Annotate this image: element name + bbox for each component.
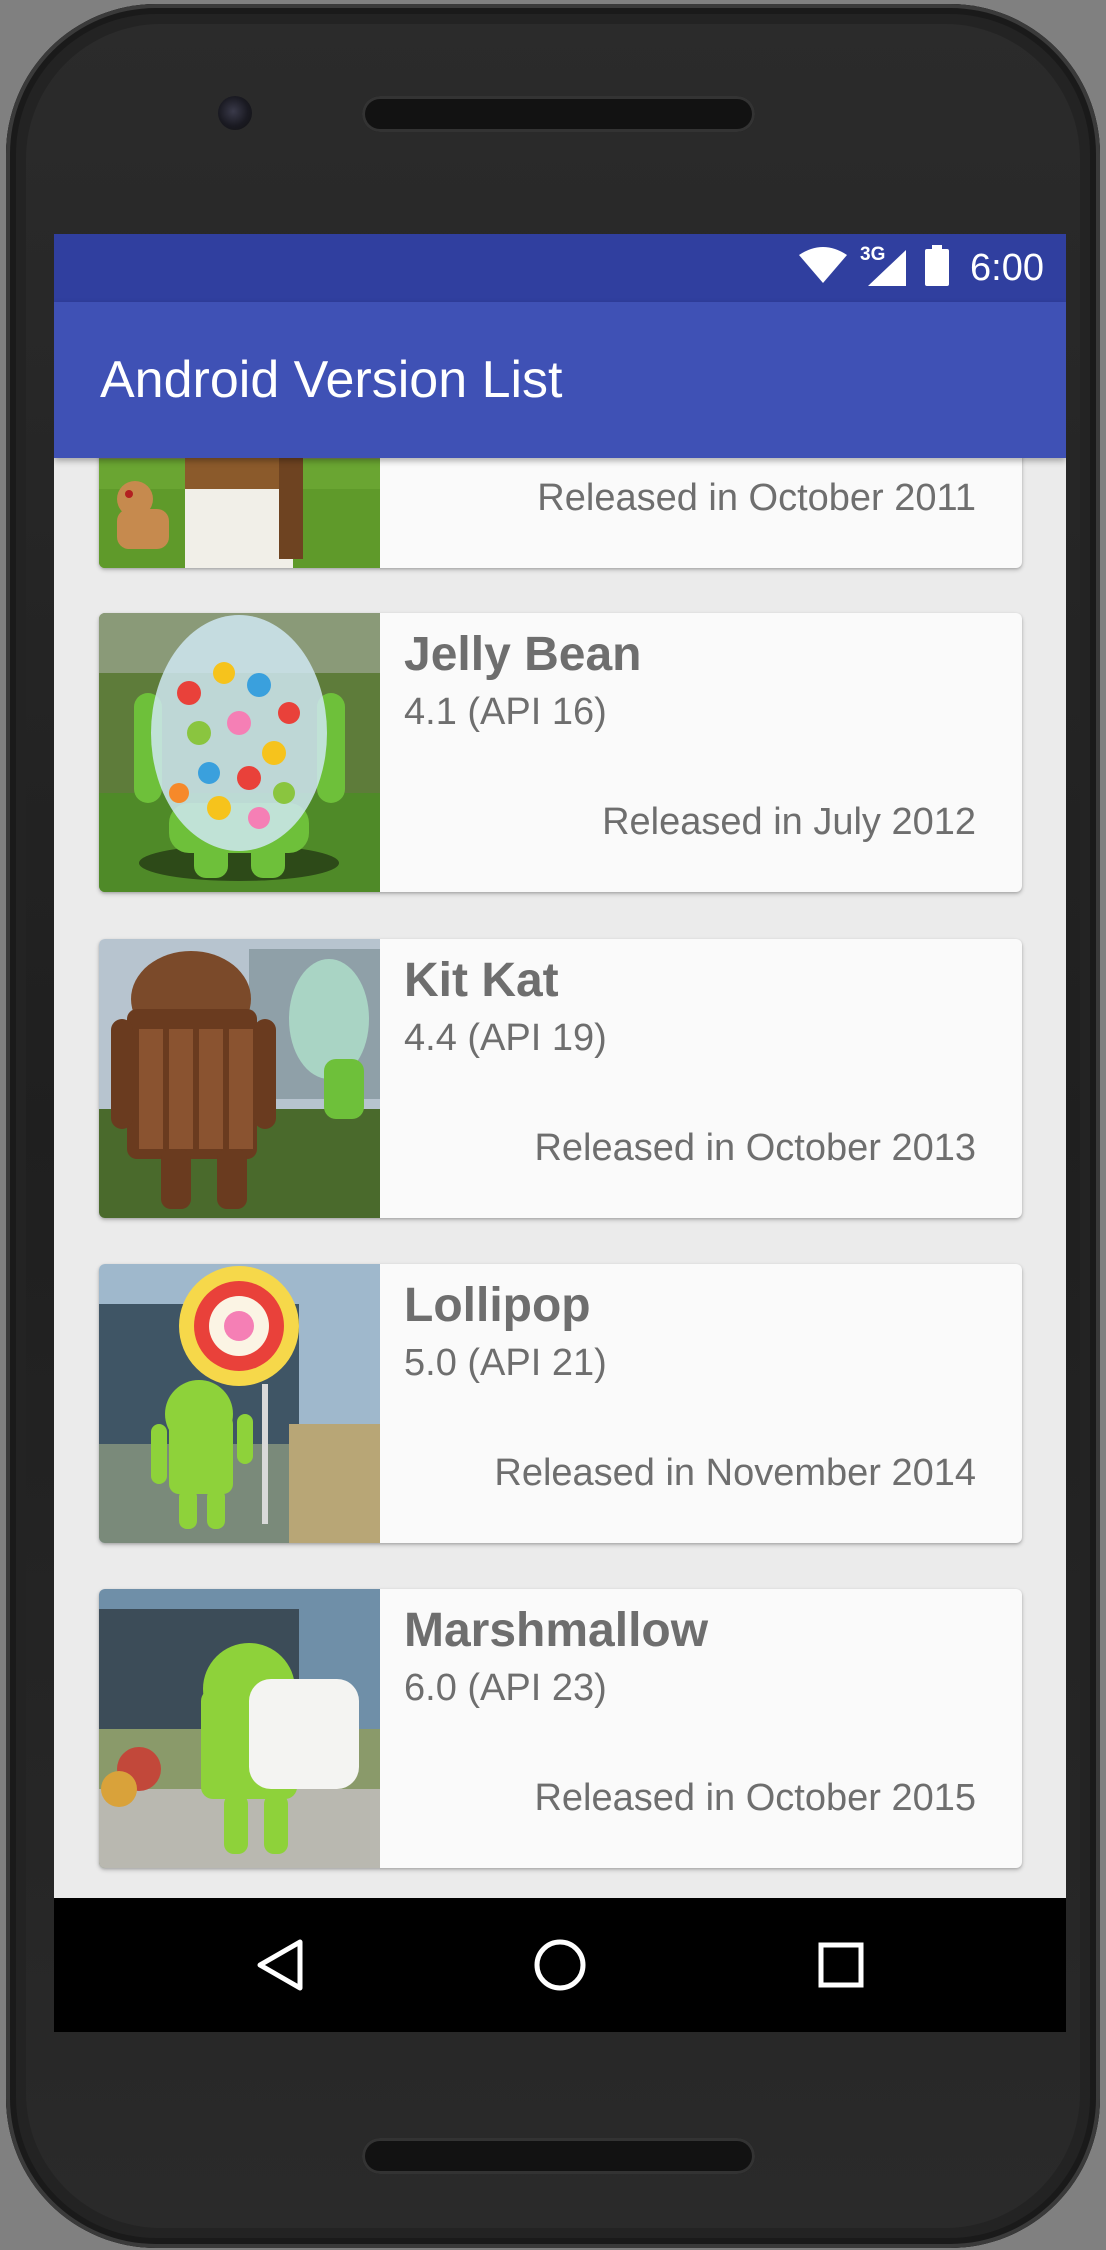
version-card[interactable]: Lollipop 5.0 (API 21) Released in Novemb…: [99, 1264, 1022, 1543]
version-api: 4.4 (API 19): [404, 1017, 607, 1059]
version-thumbnail: [99, 613, 380, 892]
version-release-date: Released in November 2014: [494, 1452, 976, 1494]
status-time: 6:00: [970, 246, 1044, 289]
phone-frame: 3G 6:00 Android Version List Released in…: [6, 4, 1100, 2248]
recents-icon[interactable]: [781, 1898, 901, 2032]
version-list[interactable]: Released in October 2011 Jelly Bean 4.1 …: [54, 458, 1066, 2032]
front-camera: [218, 96, 252, 130]
version-thumbnail: [99, 1264, 380, 1543]
home-icon[interactable]: [500, 1898, 620, 2032]
app-title: Android Version List: [100, 351, 563, 409]
version-card[interactable]: Jelly Bean 4.1 (API 16) Released in July…: [99, 613, 1022, 892]
version-thumbnail: [99, 458, 380, 568]
back-icon[interactable]: [219, 1898, 339, 2032]
wifi-icon: [798, 246, 848, 290]
navigation-bar: [54, 1898, 1066, 2032]
version-api: 5.0 (API 21): [404, 1342, 607, 1384]
top-speaker: [362, 96, 755, 132]
cell-signal-icon: 3G: [860, 244, 910, 288]
version-thumbnail: [99, 939, 380, 1218]
battery-icon: [924, 244, 950, 292]
network-type-label: 3G: [860, 244, 886, 265]
version-release-date: Released in October 2013: [534, 1127, 976, 1169]
version-release-date: Released in July 2012: [602, 801, 976, 843]
version-card[interactable]: Kit Kat 4.4 (API 19) Released in October…: [99, 939, 1022, 1218]
version-card[interactable]: Marshmallow 6.0 (API 23) Released in Oct…: [99, 1589, 1022, 1868]
version-api: 6.0 (API 23): [404, 1667, 607, 1709]
version-release-date: Released in October 2011: [537, 477, 976, 519]
version-name: Marshmallow: [404, 1604, 709, 1657]
version-release-date: Released in October 2015: [534, 1777, 976, 1819]
version-api: 4.1 (API 16): [404, 691, 607, 733]
bottom-speaker: [362, 2138, 755, 2174]
version-card[interactable]: Released in October 2011: [99, 458, 1022, 568]
version-thumbnail: [99, 1589, 380, 1868]
status-bar: 3G 6:00: [54, 234, 1066, 302]
version-name: Jelly Bean: [404, 628, 642, 681]
app-bar: Android Version List: [54, 302, 1066, 458]
version-name: Lollipop: [404, 1279, 591, 1332]
version-name: Kit Kat: [404, 954, 559, 1007]
screen: 3G 6:00 Android Version List Released in…: [54, 234, 1066, 2032]
